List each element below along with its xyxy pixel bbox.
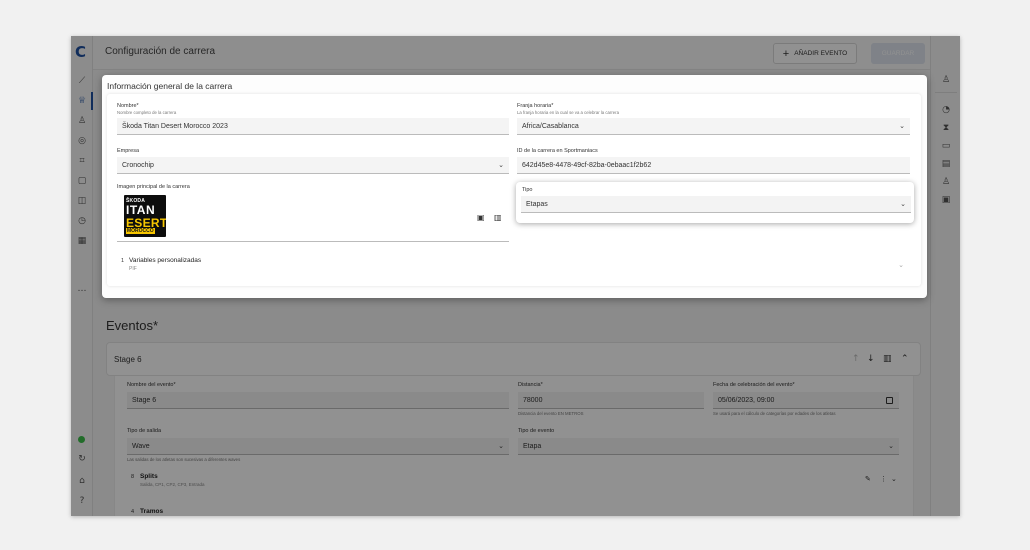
chevron-down-icon: ⌄ xyxy=(900,200,906,208)
image-label: Imagen principal de la carrera xyxy=(117,184,190,190)
chevron-down-icon: ⌄ xyxy=(498,161,504,169)
type-field-card: Tipo Etapas ⌄ xyxy=(516,182,914,223)
timezone-label: Franja horaria* xyxy=(517,103,554,109)
type-label: Tipo xyxy=(522,187,533,193)
image-upload-field: ŠKODA ITAN ESERT MOROCCO ▣ ▥ xyxy=(117,192,509,242)
timezone-help: La franja horaria en la cual se va a cel… xyxy=(517,110,619,115)
chevron-down-icon: ⌄ xyxy=(899,122,905,130)
image-replace-icon[interactable]: ▣ xyxy=(477,213,485,222)
custom-vars-sub: PIF xyxy=(129,266,137,272)
timezone-value: Africa/Casablanca xyxy=(522,123,579,130)
logo-line-2: ITAN xyxy=(126,203,156,217)
type-select[interactable]: Etapas ⌄ xyxy=(521,196,911,213)
custom-vars-count: 1 xyxy=(121,258,125,264)
company-label: Empresa xyxy=(117,148,140,154)
custom-variables-accordion[interactable]: 1 Variables personalizadas PIF ⌄ xyxy=(117,254,910,276)
sportmaniacs-id-input[interactable]: 642d45e8-4478-49cf-82ba-0ebaac1f2b62 xyxy=(517,157,910,174)
name-label: Nombre* xyxy=(117,103,139,109)
company-select[interactable]: Cronochip ⌄ xyxy=(117,157,509,174)
race-logo-image: ŠKODA ITAN ESERT MOROCCO xyxy=(124,195,166,237)
name-input[interactable]: Škoda Titan Desert Morocco 2023 xyxy=(117,118,509,135)
app-window: C ⟋ ♕ ♙ ◎ ⌗ ▢ ◫ ◷ ▦ … ↻ ⌂ ? ♙ ◔ ⧗ ▭ ▤ ♙ … xyxy=(71,36,960,516)
trash-icon[interactable]: ▥ xyxy=(494,213,502,222)
custom-vars-title: Variables personalizadas xyxy=(129,257,202,264)
logo-line-4: MOROCCO xyxy=(126,228,155,234)
chevron-down-icon[interactable]: ⌄ xyxy=(898,261,904,269)
sportmaniacs-id-label: ID de la carrera en Sportmaniacs xyxy=(517,148,598,154)
type-value: Etapas xyxy=(526,201,548,208)
modal-title: Información general de la carrera xyxy=(107,81,233,91)
name-help: Nombre completo de la carrera xyxy=(117,110,177,115)
company-value: Cronochip xyxy=(122,162,154,169)
timezone-select[interactable]: Africa/Casablanca ⌄ xyxy=(517,118,910,135)
